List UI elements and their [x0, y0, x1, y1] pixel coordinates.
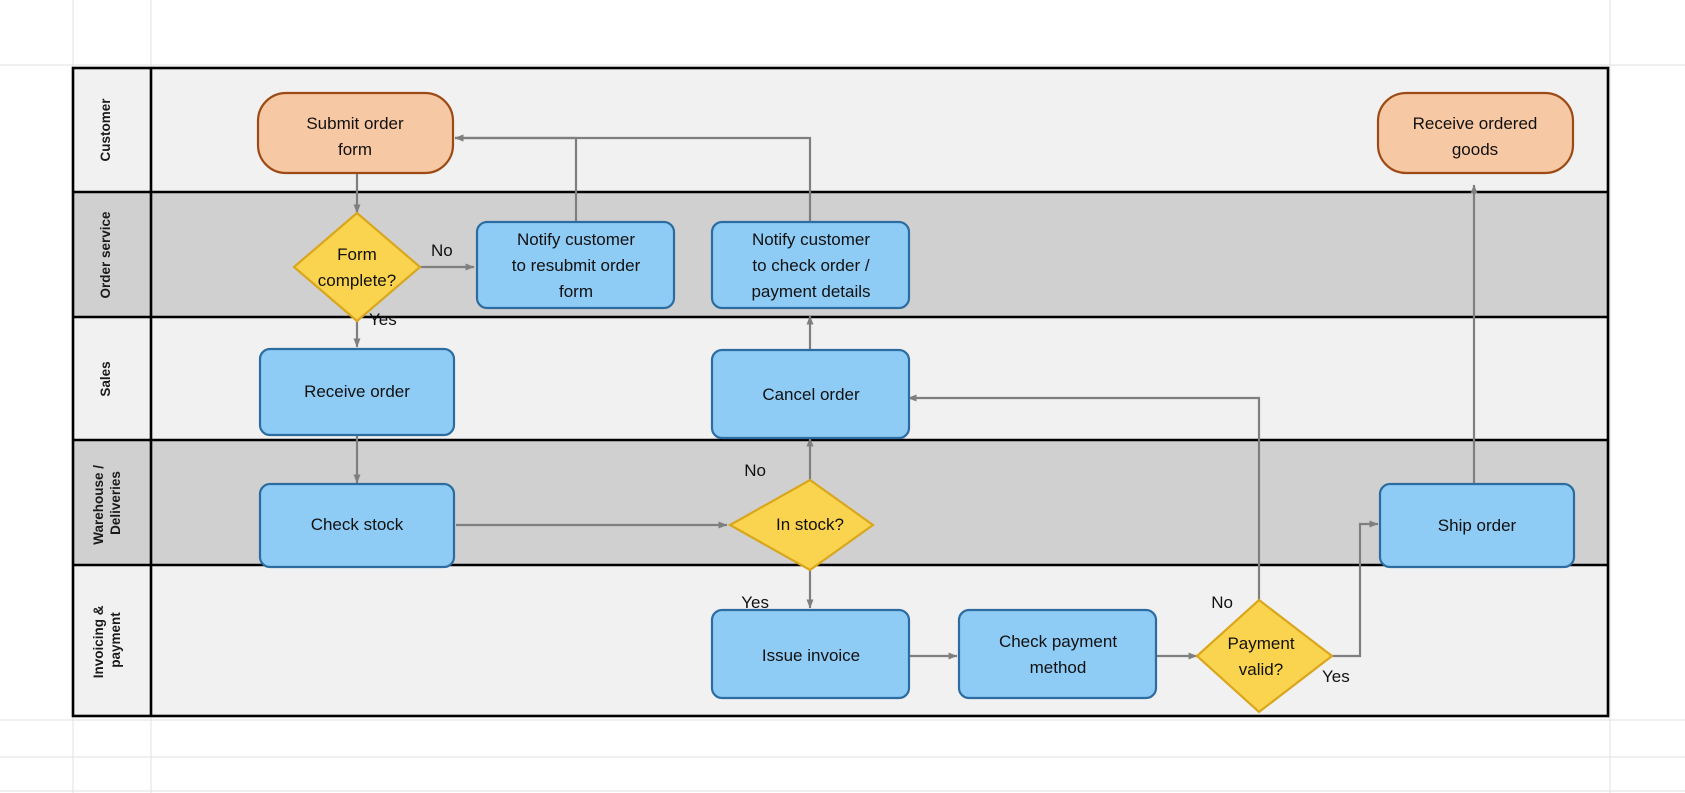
- svg-text:Receive order: Receive order: [304, 382, 410, 401]
- diagram-canvas: Customer Order service Sales Warehouse /…: [0, 0, 1685, 793]
- node-receive-ordered-goods[interactable]: Receive ordered goods: [1376, 91, 1575, 175]
- svg-text:to resubmit order: to resubmit order: [512, 256, 641, 275]
- svg-text:Cancel order: Cancel order: [762, 385, 860, 404]
- svg-text:method: method: [1030, 658, 1087, 677]
- node-receive-order[interactable]: Receive order: [258, 347, 456, 437]
- svg-text:Submit order: Submit order: [306, 114, 404, 133]
- lane-title-customer: Customer: [98, 98, 113, 162]
- svg-text:Form: Form: [337, 245, 377, 264]
- svg-text:Ship order: Ship order: [1438, 516, 1517, 535]
- node-check-payment-method[interactable]: Check payment method: [957, 608, 1158, 700]
- node-notify-resubmit[interactable]: Notify customer to resubmit order form: [475, 220, 676, 310]
- lane-title-order-service: Order service: [98, 211, 113, 299]
- svg-text:payment details: payment details: [751, 282, 870, 301]
- svg-text:to check order /: to check order /: [752, 256, 869, 275]
- svg-text:Notify customer: Notify customer: [752, 230, 870, 249]
- svg-text:Check stock: Check stock: [311, 515, 404, 534]
- svg-text:Receive ordered: Receive ordered: [1413, 114, 1538, 133]
- svg-text:form: form: [559, 282, 593, 301]
- node-check-stock[interactable]: Check stock: [258, 482, 456, 569]
- svg-text:complete?: complete?: [318, 271, 396, 290]
- svg-text:goods: goods: [1452, 140, 1498, 159]
- edge-label-payment-yes: Yes: [1322, 667, 1350, 686]
- svg-text:form: form: [338, 140, 372, 159]
- lane-title-sales: Sales: [98, 361, 113, 396]
- svg-text:Check payment: Check payment: [999, 632, 1117, 651]
- edge-label-form-yes: Yes: [369, 310, 397, 329]
- svg-text:Payment: Payment: [1227, 634, 1294, 653]
- svg-text:In stock?: In stock?: [776, 515, 844, 534]
- swimlane-flowchart: Customer Order service Sales Warehouse /…: [0, 0, 1685, 793]
- node-cancel-order[interactable]: Cancel order: [710, 348, 911, 440]
- edge-label-payment-no: No: [1211, 593, 1233, 612]
- node-ship-order[interactable]: Ship order: [1378, 482, 1576, 569]
- edge-label-in-stock-no: No: [744, 461, 766, 480]
- node-notify-check-order[interactable]: Notify customer to check order / payment…: [710, 220, 911, 310]
- svg-text:valid?: valid?: [1239, 660, 1283, 679]
- node-issue-invoice[interactable]: Issue invoice: [710, 608, 911, 700]
- svg-text:Issue invoice: Issue invoice: [762, 646, 860, 665]
- svg-text:Notify customer: Notify customer: [517, 230, 635, 249]
- node-submit-order-form[interactable]: Submit order form: [256, 91, 455, 175]
- edge-label-form-no: No: [431, 241, 453, 260]
